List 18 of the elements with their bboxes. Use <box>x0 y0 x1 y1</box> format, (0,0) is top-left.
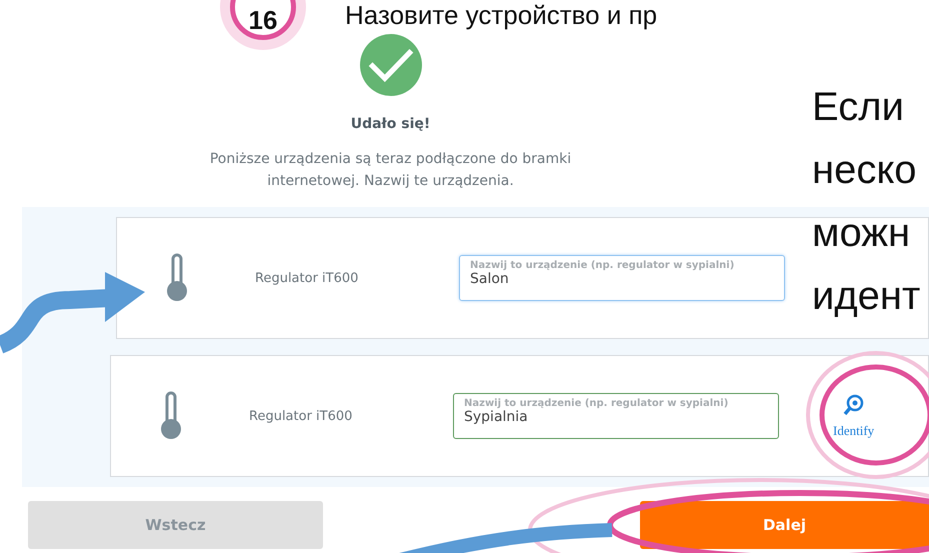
thermometer-icon <box>165 253 189 303</box>
name-input[interactable]: Salon <box>470 271 670 287</box>
name-input[interactable]: Sypialnia <box>464 409 664 425</box>
slide-note-line: неско <box>812 147 918 194</box>
slide-note-line: Если <box>812 84 905 131</box>
slide-note-line: идент <box>812 273 920 320</box>
search-icon <box>842 393 866 417</box>
device-name: Regulator iT600 <box>255 270 360 286</box>
device-name-field[interactable]: Nazwij to urządzenie (np. regulator w sypialni) Salon <box>459 255 785 301</box>
success-message: Poniższe urządzenia są teraz podłączone do bramki internetowej. Nazwij te urządzenia. <box>208 150 572 191</box>
device-name: Regulator iT600 <box>249 408 354 424</box>
success-check-icon <box>360 34 422 96</box>
slide-title: Назовите устройство и пр <box>345 0 658 30</box>
success-title: Udało się! <box>350 116 430 132</box>
slide-note-line: можн <box>812 210 912 257</box>
identify-button[interactable]: Identify <box>833 393 874 439</box>
thermometer-icon <box>159 391 183 441</box>
device-name-field[interactable]: Nazwij to urządzenie (np. regulator w sypialni) Sypialnia <box>453 393 779 439</box>
